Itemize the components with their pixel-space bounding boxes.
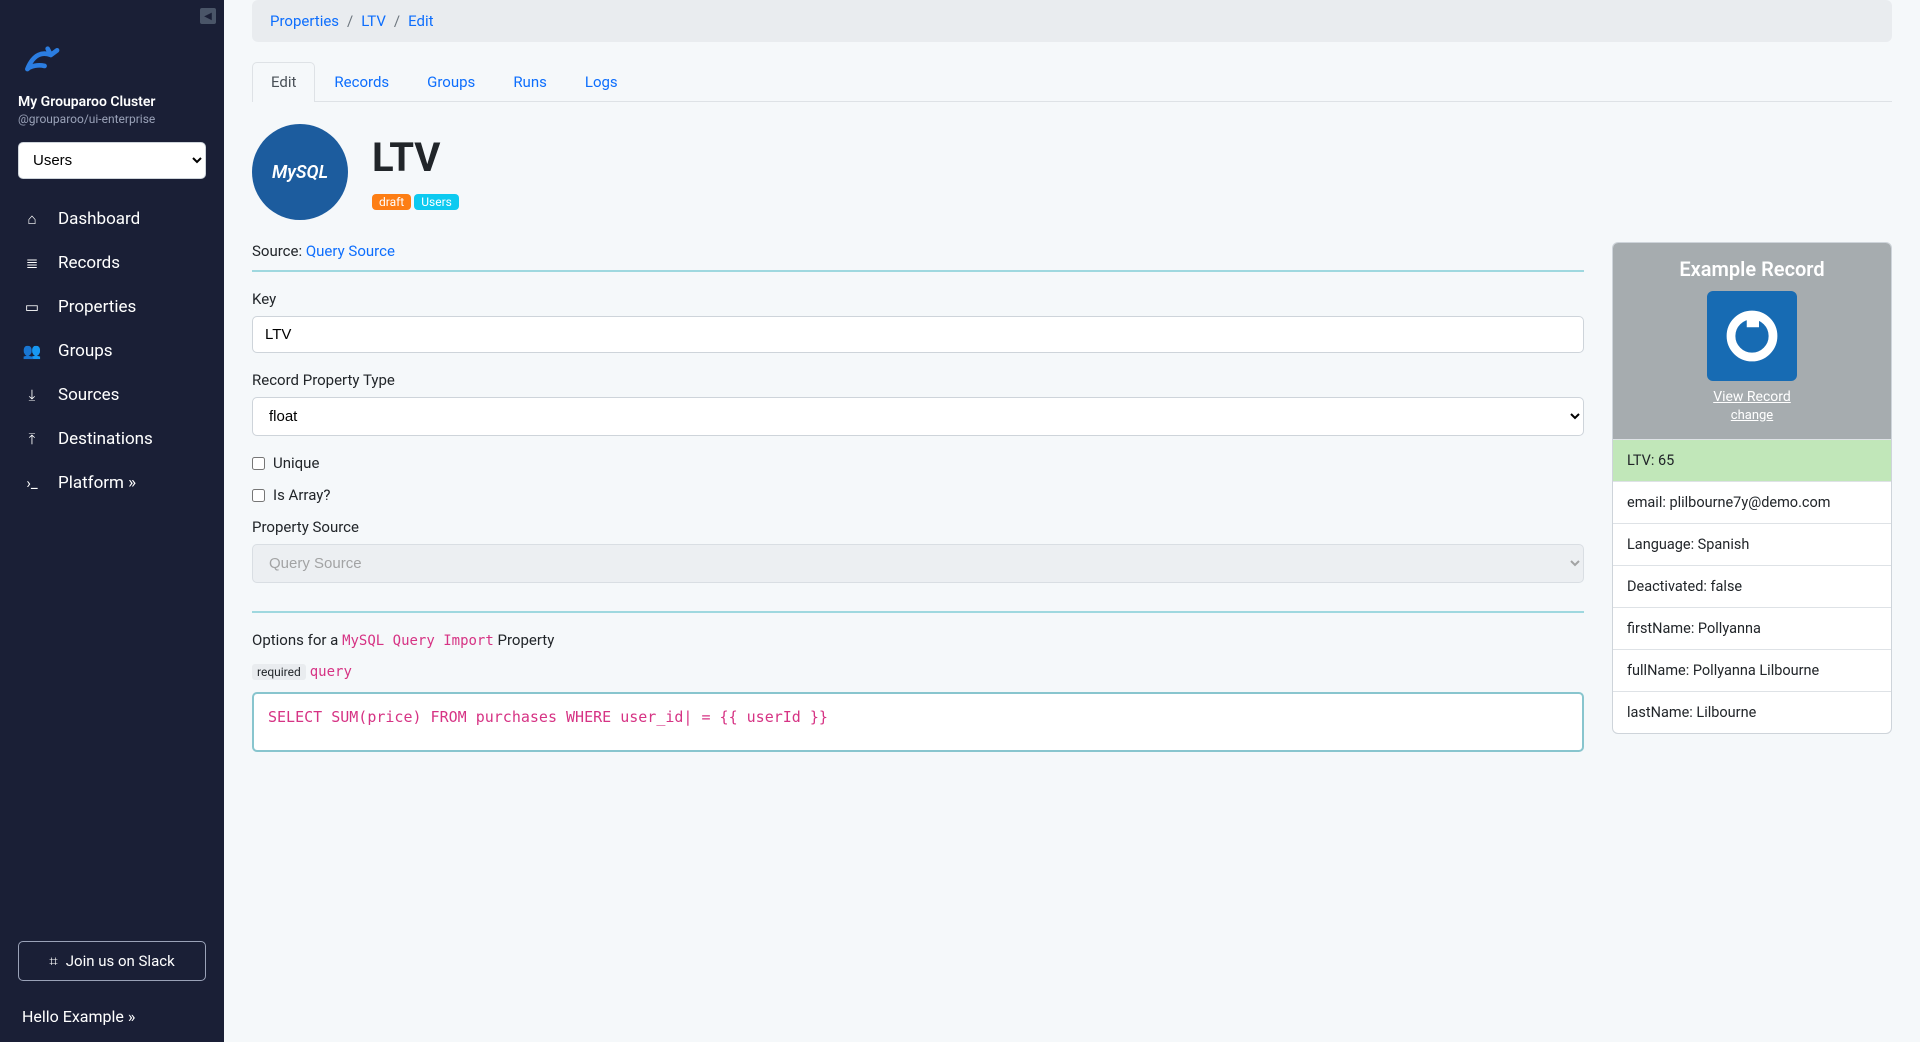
breadcrumb-edit[interactable]: Edit bbox=[408, 12, 433, 30]
slack-icon: ⌗ bbox=[49, 952, 57, 970]
home-icon: ⌂ bbox=[22, 210, 42, 228]
sidebar-item-destinations[interactable]: ⤒Destinations bbox=[18, 417, 206, 461]
query-option-label: required query bbox=[252, 661, 1584, 680]
main-content: Properties/LTV/Edit EditRecordsGroupsRun… bbox=[224, 0, 1920, 1042]
options-heading: Options for a MySQL Query Import Propert… bbox=[252, 631, 1584, 649]
cluster-name: My Grouparoo Cluster bbox=[18, 94, 206, 110]
tabs: EditRecordsGroupsRunsLogs bbox=[252, 62, 1892, 102]
sidebar-item-groups[interactable]: 👥Groups bbox=[18, 329, 206, 373]
example-row: Language: Spanish bbox=[1613, 523, 1891, 565]
sidebar-item-properties[interactable]: ▭Properties bbox=[18, 285, 206, 329]
property-form: Source: Query Source Key Record Property… bbox=[252, 242, 1584, 752]
page-title: LTV bbox=[372, 134, 462, 181]
cluster-package: @grouparoo/ui-enterprise bbox=[18, 112, 206, 126]
breadcrumb-properties[interactable]: Properties bbox=[270, 12, 339, 30]
property-source-select[interactable]: Query Source bbox=[252, 544, 1584, 583]
example-record-card: Example Record View Record change LTV: 6… bbox=[1612, 242, 1892, 734]
sidebar-collapse-button[interactable]: ◀ bbox=[200, 8, 216, 24]
sidebar-item-records[interactable]: ≣Records bbox=[18, 241, 206, 285]
sidebar-item-sources[interactable]: ⤓Sources bbox=[18, 373, 206, 417]
array-checkbox[interactable] bbox=[252, 489, 265, 502]
page-header: MySQL LTV draftUsers bbox=[252, 124, 1892, 220]
avatar bbox=[1707, 291, 1797, 381]
id-card-icon: ▭ bbox=[22, 298, 42, 316]
join-slack-button[interactable]: ⌗ Join us on Slack bbox=[18, 941, 206, 981]
mysql-logo: MySQL bbox=[252, 124, 348, 220]
file-export-icon: ⤒ bbox=[22, 430, 42, 448]
breadcrumb-ltv[interactable]: LTV bbox=[361, 12, 386, 30]
sidebar-item-dashboard[interactable]: ⌂Dashboard bbox=[18, 197, 206, 241]
user-greeting-link[interactable]: Hello Example » bbox=[18, 999, 206, 1030]
example-row: email: plilbourne7y@demo.com bbox=[1613, 481, 1891, 523]
divider bbox=[252, 270, 1584, 272]
unique-checkbox[interactable] bbox=[252, 457, 265, 470]
badge-draft: draft bbox=[372, 194, 411, 210]
tab-edit[interactable]: Edit bbox=[252, 62, 315, 102]
tab-records[interactable]: Records bbox=[315, 62, 408, 101]
tab-logs[interactable]: Logs bbox=[566, 62, 637, 101]
tab-groups[interactable]: Groups bbox=[408, 62, 494, 101]
change-record-link[interactable]: change bbox=[1623, 408, 1881, 423]
sidebar: ◀ My Grouparoo Cluster @grouparoo/ui-ent… bbox=[0, 0, 224, 1042]
breadcrumb: Properties/LTV/Edit bbox=[252, 0, 1892, 42]
badge-users: Users bbox=[414, 194, 459, 210]
example-row: LTV: 65 bbox=[1613, 439, 1891, 481]
source-link[interactable]: Query Source bbox=[306, 242, 395, 260]
users-icon: 👥 bbox=[22, 342, 42, 360]
example-row: lastName: Lilbourne bbox=[1613, 691, 1891, 733]
query-input[interactable]: SELECT SUM(price) FROM purchases WHERE u… bbox=[252, 692, 1584, 752]
view-record-link[interactable]: View Record bbox=[1623, 389, 1881, 405]
example-row: firstName: Pollyanna bbox=[1613, 607, 1891, 649]
key-label: Key bbox=[252, 290, 1584, 308]
tab-runs[interactable]: Runs bbox=[494, 62, 566, 101]
divider bbox=[252, 611, 1584, 613]
model-select[interactable]: Users bbox=[18, 142, 206, 179]
example-title: Example Record bbox=[1623, 257, 1881, 281]
property-source-label: Property Source bbox=[252, 518, 1584, 536]
app-logo bbox=[18, 30, 206, 84]
key-input[interactable] bbox=[252, 316, 1584, 353]
type-select[interactable]: float bbox=[252, 397, 1584, 436]
file-import-icon: ⤓ bbox=[22, 386, 42, 404]
list-icon: ≣ bbox=[22, 254, 42, 272]
terminal-icon: ›_ bbox=[22, 474, 42, 492]
example-row: fullName: Pollyanna Lilbourne bbox=[1613, 649, 1891, 691]
example-row: Deactivated: false bbox=[1613, 565, 1891, 607]
sidebar-item-platform-[interactable]: ›_Platform » bbox=[18, 461, 206, 505]
type-label: Record Property Type bbox=[252, 371, 1584, 389]
